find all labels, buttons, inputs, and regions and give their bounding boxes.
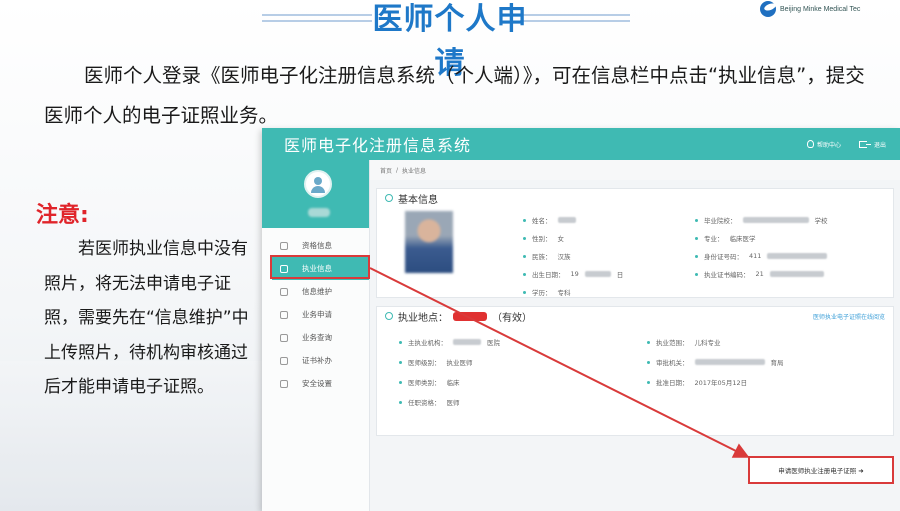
document-icon (280, 241, 288, 250)
user-circle-icon (385, 194, 393, 202)
sidebar-item-maintenance[interactable]: 信息维护 (262, 280, 369, 303)
redacted-location (453, 311, 487, 321)
field-name: 姓名： (523, 215, 576, 225)
field-doctor-category: 医师类别： 临床 (399, 377, 460, 387)
field-license-number: 执业证书编码： 21 (695, 269, 824, 279)
logout-icon (858, 140, 871, 148)
logout-link[interactable]: 退出 (858, 140, 886, 149)
main-content: 首页 / 执业信息 基本信息 姓名： 性别：女 民族： 汉族 出生日期： 19 日 学… (370, 160, 900, 511)
breadcrumb-current: 执业信息 (402, 167, 427, 175)
profile-header (262, 160, 369, 228)
location-icon (385, 312, 393, 320)
app-topbar: 医师电子化注册信息系统 帮助中心 退出 (262, 128, 900, 160)
apply-certificate-button[interactable]: 申请医师执业注册电子证照 ➜ (748, 456, 894, 484)
basic-info-header: 基本信息 (377, 189, 893, 207)
avatar (304, 170, 332, 198)
help-link[interactable]: 帮助中心 (806, 140, 841, 149)
app-screenshot: 医师电子化注册信息系统 帮助中心 退出 资格信息 执业信息 信息维护 业务申请 … (262, 128, 900, 511)
field-id-number: 身份证号码： 411 (695, 251, 828, 261)
company-logo: Beijing Minke Medical Tec (760, 0, 900, 18)
breadcrumb-separator: / (396, 166, 399, 174)
practice-info-title: 执业地点： (398, 312, 448, 324)
help-label: 帮助中心 (816, 141, 841, 149)
edit-icon (280, 287, 288, 296)
field-school: 毕业院校： 学校 (695, 215, 828, 225)
title-decoration-left (262, 14, 372, 30)
sidebar-item-label: 信息维护 (302, 287, 332, 296)
sidebar-item-apply[interactable]: 业务申请 (262, 303, 369, 326)
logout-label: 退出 (873, 141, 886, 149)
field-institution: 主执业机构： 医院 (399, 337, 500, 347)
blurred-username (308, 208, 330, 217)
basic-info-title: 基本信息 (398, 194, 438, 206)
lightbulb-icon (806, 140, 814, 148)
doctor-photo (405, 211, 453, 273)
field-authority: 审批机关： 育局 (647, 357, 784, 367)
field-qualification: 任职资格： 医师 (399, 397, 460, 407)
field-major: 专业： 临床医学 (695, 233, 756, 243)
sidebar-item-qualification[interactable]: 资格信息 (262, 234, 369, 257)
field-education: 学历： 专科 (523, 287, 571, 297)
user-icon (280, 379, 288, 388)
sidebar-item-security[interactable]: 安全设置 (262, 372, 369, 395)
field-ethnicity: 民族： 汉族 (523, 251, 571, 261)
certificate-icon (280, 356, 288, 365)
title-decoration-right (520, 14, 630, 30)
topbar-actions: 帮助中心 退出 (806, 140, 900, 149)
sidebar-item-query[interactable]: 业务查询 (262, 326, 369, 349)
breadcrumb: 首页 / 执业信息 (370, 160, 900, 180)
sidebar-menu: 资格信息 执业信息 信息维护 业务申请 业务查询 证书补办 安全设置 (262, 228, 369, 395)
basic-info-panel: 基本信息 姓名： 性别：女 民族： 汉族 出生日期： 19 日 学历： 专科 毕业院校：… (376, 188, 894, 298)
view-certificate-link[interactable]: 医师执业电子证照在线阅览 (813, 312, 885, 321)
field-birthdate: 出生日期： 19 日 (523, 269, 623, 279)
field-approval-date: 批准日期： 2017年05月12日 (647, 377, 747, 387)
sidebar: 资格信息 执业信息 信息维护 业务申请 业务查询 证书补办 安全设置 (262, 160, 370, 511)
note-body: 若医师执业信息中没有照片，将无法申请电子证照，需要先在“信息维护”中上传照片，待… (44, 239, 249, 397)
sidebar-item-label: 安全设置 (302, 379, 332, 388)
logo-mark-icon (760, 1, 776, 17)
note-title: 注意: (36, 203, 89, 228)
sidebar-item-label: 证书补办 (302, 356, 332, 365)
field-gender: 性别：女 (523, 233, 564, 243)
field-doctor-level: 医师级别： 执业医师 (399, 357, 473, 367)
practice-info-panel: 执业地点： （有效） 医师执业电子证照在线阅览 主执业机构： 医院 医师级别： 执业… (376, 306, 894, 436)
sidebar-item-label: 业务申请 (302, 310, 332, 319)
logo-text: Beijing Minke Medical Tec (780, 5, 861, 13)
intro-paragraph: 医师个人登录《医师电子化注册信息系统（个人端）》，可在信息栏中点击“执业信息”，… (44, 64, 865, 127)
sidebar-item-label: 业务查询 (302, 333, 332, 342)
practice-status: （有效） (492, 312, 532, 324)
app-title: 医师电子化注册信息系统 (284, 136, 472, 155)
sidebar-item-reissue[interactable]: 证书补办 (262, 349, 369, 372)
sidebar-item-label: 资格信息 (302, 241, 332, 250)
field-scope: 执业范围： 儿科专业 (647, 337, 721, 347)
highlight-practice-menu (270, 255, 370, 279)
breadcrumb-home[interactable]: 首页 (380, 166, 392, 175)
shield-icon (280, 333, 288, 342)
form-icon (280, 310, 288, 319)
